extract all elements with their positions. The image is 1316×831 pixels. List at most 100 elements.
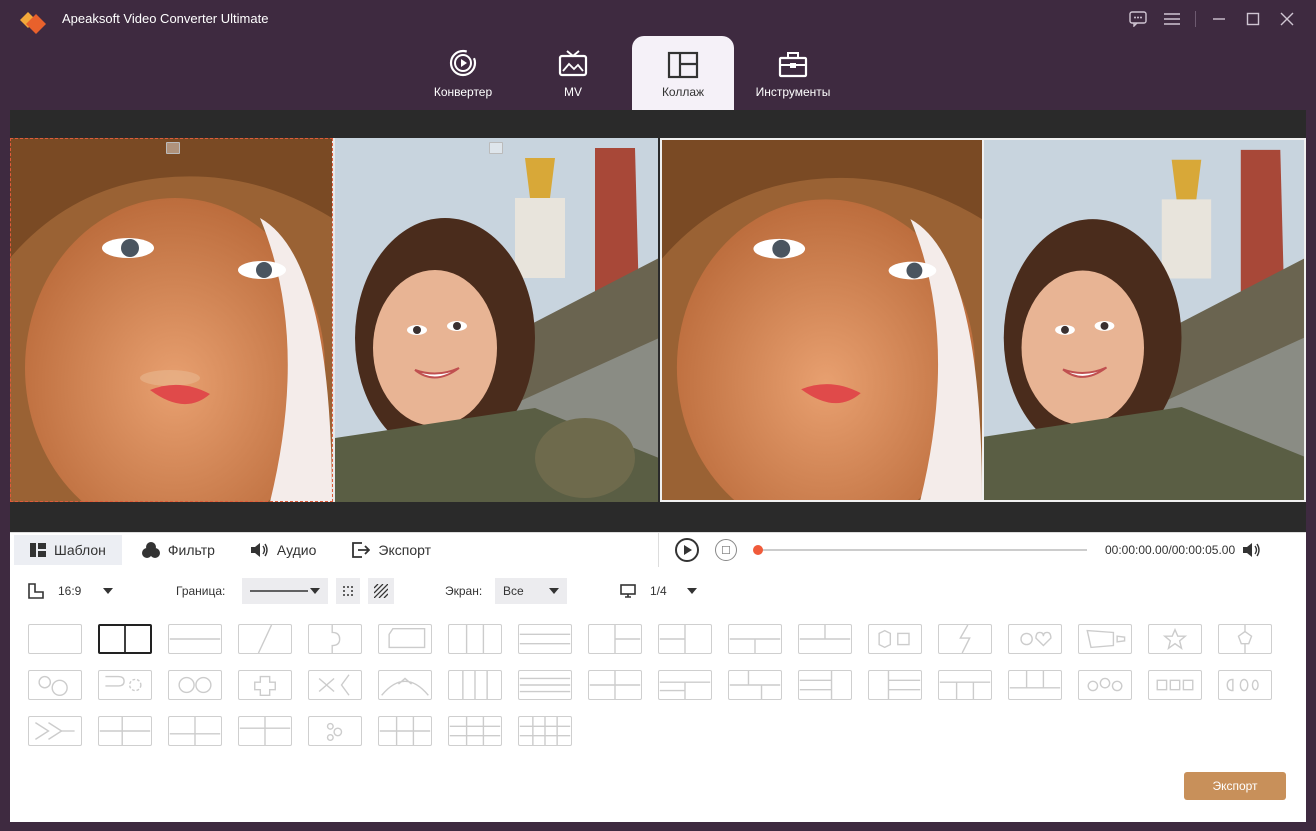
chevron-down-icon (549, 588, 559, 594)
template-single[interactable] (28, 624, 82, 654)
template-star[interactable] (1148, 624, 1202, 654)
template-quad-c[interactable] (728, 670, 782, 700)
screen-label: Экран: (445, 584, 483, 598)
template-lightning[interactable] (938, 624, 992, 654)
border-pattern-toggle[interactable] (368, 578, 394, 604)
template-quad-a[interactable] (588, 670, 642, 700)
template-heart[interactable] (1008, 624, 1062, 654)
menu-icon[interactable] (1155, 8, 1189, 30)
collage-cell-2[interactable] (335, 138, 658, 502)
stop-button[interactable] (715, 539, 737, 561)
selfie-photo (984, 140, 1304, 500)
template-nine-grid[interactable] (448, 716, 502, 746)
tab-collage[interactable]: Коллаж (632, 36, 734, 111)
monitor-icon (620, 584, 636, 598)
template-quad-g[interactable] (1008, 670, 1062, 700)
collage-cell-1[interactable] (10, 138, 333, 502)
template-four-vertical[interactable] (448, 670, 502, 700)
collage-canvas (10, 138, 658, 502)
template-t-right[interactable] (658, 624, 712, 654)
sub-toolbar: Шаблон Фильтр Аудио Экспорт 00:00:00.00/… (10, 532, 1306, 567)
tab-label: MV (564, 85, 582, 99)
time-display: 00:00:00.00/00:00:05.00 (1105, 543, 1236, 557)
grid-dots-icon (343, 586, 353, 596)
main-tabs: Конвертер MV Коллаж Инструменты (412, 36, 852, 111)
template-quad-j[interactable] (238, 716, 292, 746)
converter-icon (449, 49, 477, 77)
border-style-dropdown[interactable] (242, 578, 328, 604)
feedback-icon[interactable] (1121, 8, 1155, 30)
template-two-vertical[interactable] (98, 624, 152, 654)
template-t-top[interactable] (728, 624, 782, 654)
maximize-button[interactable] (1236, 8, 1270, 30)
template-three-horizontal[interactable] (518, 624, 572, 654)
filter-icon (141, 542, 160, 558)
template-quad-i[interactable] (168, 716, 222, 746)
play-button[interactable] (675, 538, 699, 562)
template-diagonal[interactable] (238, 624, 292, 654)
template-t-left[interactable] (588, 624, 642, 654)
template-arc[interactable] (378, 670, 432, 700)
divider (1195, 11, 1196, 27)
tab-filter[interactable]: Фильтр (126, 535, 231, 565)
app-title: Apeaksoft Video Converter Ultimate (62, 11, 269, 26)
portrait-photo (662, 140, 982, 500)
seek-bar[interactable] (753, 545, 1087, 555)
template-quad-d[interactable] (798, 670, 852, 700)
export-button[interactable]: Экспорт (1184, 772, 1286, 800)
page-selector[interactable]: 1/4 (620, 578, 697, 604)
template-quad-b[interactable] (658, 670, 712, 700)
volume-icon[interactable] (1243, 543, 1261, 557)
chevron-down-icon (686, 588, 697, 594)
template-twelve-grid[interactable] (518, 716, 572, 746)
tab-template[interactable]: Шаблон (14, 535, 122, 565)
template-trapezoid[interactable] (1078, 624, 1132, 654)
ratio-selector[interactable]: 16:9 (28, 578, 114, 604)
image-icon[interactable] (166, 142, 180, 154)
template-three-circles[interactable] (1078, 670, 1132, 700)
template-four-horizontal[interactable] (518, 670, 572, 700)
template-hexagon[interactable] (868, 624, 922, 654)
play-icon (684, 545, 692, 555)
collage-workspace: Шаблон Фильтр Аудио Экспорт 00:00:00.00/… (10, 110, 1306, 822)
app-logo-icon (20, 12, 46, 34)
chevron-down-icon (103, 588, 114, 594)
output-preview (660, 138, 1306, 502)
seek-handle[interactable] (753, 545, 763, 555)
template-rounded[interactable] (378, 624, 432, 654)
tab-mv[interactable]: MV (522, 36, 624, 111)
template-gear[interactable] (98, 670, 152, 700)
template-capsules[interactable] (1218, 670, 1272, 700)
template-bubbles[interactable] (308, 716, 362, 746)
template-x-shape[interactable] (308, 670, 362, 700)
page-value: 1/4 (650, 584, 667, 598)
template-cross[interactable] (238, 670, 292, 700)
minimize-button[interactable] (1202, 8, 1236, 30)
tab-label: Экспорт (378, 542, 431, 558)
tab-converter[interactable]: Конвертер (412, 36, 514, 111)
template-six-grid[interactable] (378, 716, 432, 746)
template-puzzle[interactable] (308, 624, 362, 654)
preview-cell-1 (662, 140, 982, 500)
template-t-bottom[interactable] (798, 624, 852, 654)
template-two-horizontal[interactable] (168, 624, 222, 654)
title-bar: Apeaksoft Video Converter Ultimate (0, 0, 1316, 36)
preview-area (10, 110, 1306, 532)
collage-icon (667, 51, 699, 79)
screen-dropdown[interactable]: Все (495, 578, 567, 604)
tab-export[interactable]: Экспорт (336, 535, 447, 565)
tab-audio[interactable]: Аудио (235, 535, 333, 565)
template-three-vertical[interactable] (448, 624, 502, 654)
close-button[interactable] (1270, 8, 1304, 30)
template-quad-f[interactable] (938, 670, 992, 700)
image-icon[interactable] (489, 142, 503, 154)
template-three-squares[interactable] (1148, 670, 1202, 700)
template-two-circles[interactable] (168, 670, 222, 700)
tab-tools[interactable]: Инструменты (742, 36, 844, 111)
template-quad-e[interactable] (868, 670, 922, 700)
template-quad-h[interactable] (98, 716, 152, 746)
border-dots-toggle[interactable] (336, 578, 360, 604)
template-arrows[interactable] (28, 716, 82, 746)
template-pentagon[interactable] (1218, 624, 1272, 654)
template-circles[interactable] (28, 670, 82, 700)
